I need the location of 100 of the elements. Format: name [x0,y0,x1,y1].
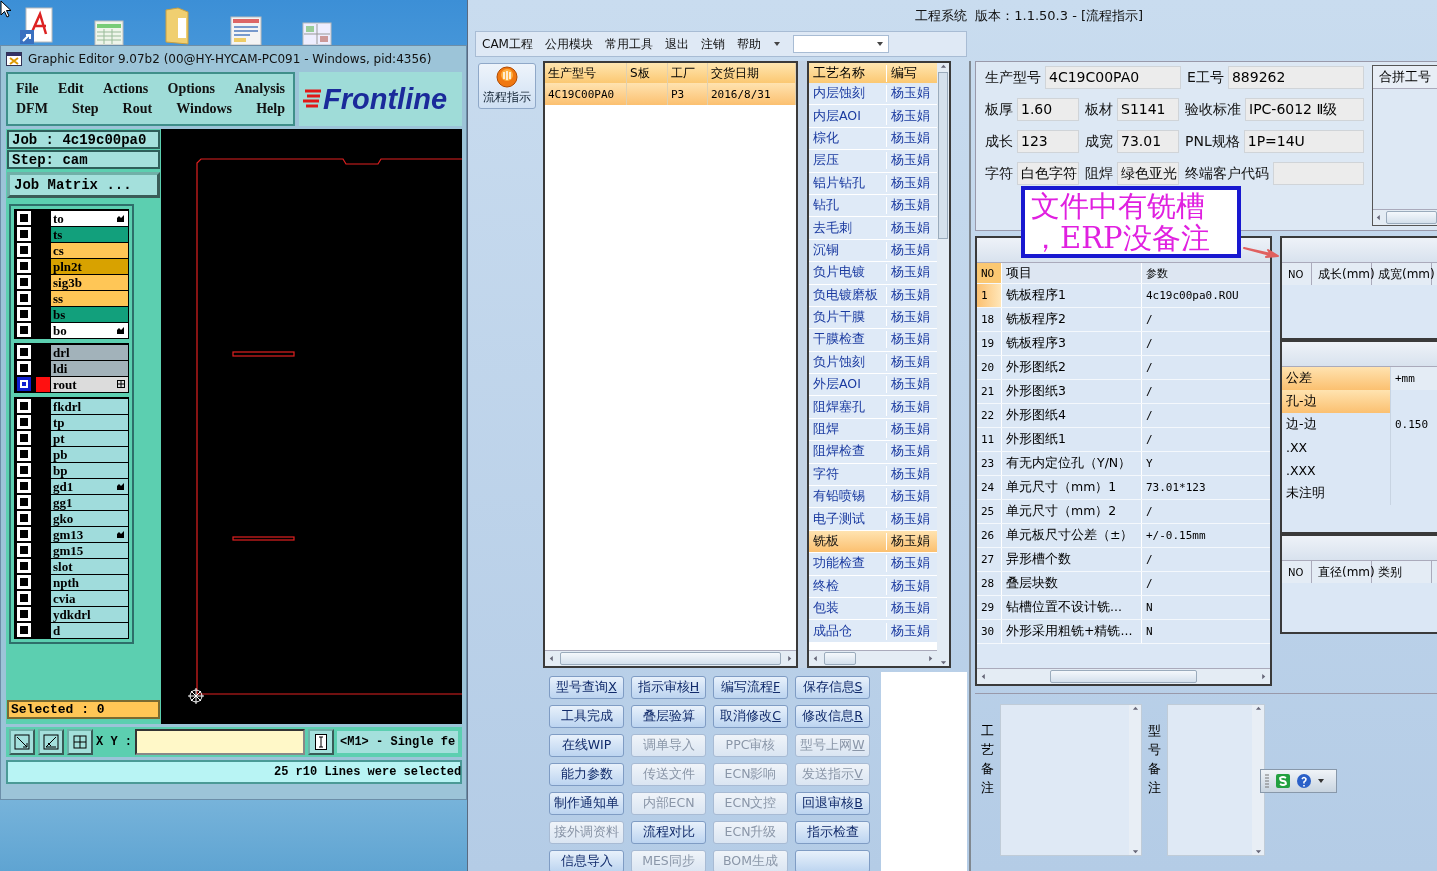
table-row[interactable]: 4C19C00PA0 P3 2016/8/31 [545,83,796,105]
table-row[interactable]: 负片干膜 杨玉娟 [809,306,937,330]
column-header[interactable]: 参数 [1142,263,1270,283]
scrollbar[interactable] [1129,705,1141,855]
scroll-arrow-icon[interactable] [980,673,987,680]
menu-item[interactable]: Rout [122,101,153,117]
action-button[interactable]: 保存信息S [795,676,870,699]
table-row[interactable]: 阻焊 杨玉娟 [809,418,937,442]
scroll-arrow-icon[interactable] [812,655,819,662]
table-row[interactable]: 阻焊塞孔 杨玉娟 [809,396,937,419]
table-row[interactable]: 成品仓 杨玉娟 [809,620,937,643]
menu-item[interactable]: File [16,81,39,97]
table-row[interactable]: 28 叠层块数 / [977,572,1270,596]
layer-name[interactable]: cs [51,242,128,258]
document-icon[interactable] [230,16,262,46]
table-row[interactable]: 24 单元尺寸（mm）1 73.01*123 [977,476,1270,500]
menu-item[interactable]: Windows [176,101,233,117]
spreadsheet-icon[interactable] [94,20,124,46]
scroll-thumb[interactable] [938,72,948,239]
info-field[interactable]: 889262 [1227,66,1364,89]
layer-name[interactable]: ldi [51,360,128,376]
scroll-arrow-icon[interactable] [1132,705,1139,712]
layer-name[interactable]: gko [51,510,128,526]
action-button[interactable]: 指示检查 [795,821,870,844]
table-row[interactable]: 1 铣板程序1 4c19c00pa0.ROU [977,284,1270,308]
action-button[interactable]: 指示审核H [631,676,706,699]
scrollbar[interactable] [1252,705,1264,855]
menu-item[interactable]: 公用模块 [544,35,593,53]
table-row[interactable]: 功能检查 杨玉娟 [809,553,937,576]
table-row[interactable]: 棕化 杨玉娟 [809,127,937,151]
caret-icon[interactable] [772,41,781,47]
scrollbar[interactable] [977,668,1270,684]
layer-name[interactable]: tp [51,414,128,430]
layer-checkbox[interactable] [17,377,31,391]
table-row[interactable]: 23 有无内定位孔（Y/N） Y [977,452,1270,476]
menu-item[interactable]: Step [72,101,99,117]
column-header[interactable]: 项目 [1002,263,1142,283]
caret-icon[interactable] [1317,778,1325,784]
action-button[interactable]: 修改信息R [795,705,870,728]
layer-name[interactable]: cvia [51,590,128,606]
menu-item[interactable]: Options [167,81,215,97]
info-field[interactable] [1273,162,1364,185]
menu-item[interactable]: Actions [103,81,149,97]
info-field[interactable]: 1P=14U [1243,130,1364,153]
table-icon[interactable] [302,22,332,46]
menu-item[interactable]: DFM [16,101,48,117]
app-logo-icon[interactable] [1275,773,1291,789]
table-row[interactable]: 层压 杨玉娟 [809,150,937,173]
table-row[interactable]: 铝片钻孔 杨玉娟 [809,172,937,195]
info-field[interactable]: S1141 [1117,98,1179,121]
scrollbar[interactable] [937,63,949,666]
column-header[interactable]: 工艺名称 [809,64,887,82]
column-header[interactable]: NO [977,263,1002,283]
table-row[interactable]: 内层AOI 杨玉娟 [809,105,937,128]
column-header[interactable]: NO [1282,263,1312,285]
layer-name[interactable]: gm15 [51,542,128,558]
column-header[interactable]: NO [1282,561,1312,583]
column-header[interactable]: 编写 [887,64,937,82]
table-row[interactable]: 负片蚀刻 杨玉娟 [809,351,937,375]
grid-snap-button[interactable] [67,729,93,755]
scroll-arrow-icon[interactable] [1260,673,1267,680]
table-row[interactable]: 干膜检查 杨玉娟 [809,329,937,352]
action-button[interactable]: 流程对比 [631,821,706,844]
layer-name[interactable]: pln2t [51,258,128,274]
table-row[interactable]: 未注明 [1282,482,1437,505]
grip-icon[interactable] [1264,773,1270,789]
layer-name[interactable]: to [51,210,128,226]
layer-name[interactable]: npth [51,574,128,590]
layer-name[interactable]: ydkdrl [51,606,128,622]
layer-name[interactable]: gd1 [51,478,128,494]
table-row[interactable]: 负电镀磨板 杨玉娟 [809,284,937,307]
scrollbar[interactable] [1373,209,1437,225]
nav-button[interactable]: 流程指示 [478,63,536,109]
table-row[interactable]: 25 单元尺寸（mm）2 / [977,500,1270,524]
action-button[interactable]: 取消修改C [713,705,788,728]
layer-name[interactable]: bp [51,462,128,478]
coordinate-field[interactable] [135,729,305,755]
scroll-arrow-icon[interactable] [786,655,793,662]
scrollbar[interactable] [809,650,937,666]
table-row[interactable]: 22 外形图纸4 / [977,404,1270,428]
table-row[interactable]: .XXX [1282,459,1437,482]
action-button[interactable]: 能力参数 [549,763,624,786]
table-row[interactable]: 有铅喷锡 杨玉娟 [809,486,937,509]
scroll-arrow-icon[interactable] [1255,705,1262,712]
info-field[interactable]: 绿色亚光 [1117,162,1179,185]
scrollbar[interactable] [545,650,796,666]
scroll-arrow-icon[interactable] [940,63,947,70]
info-field[interactable]: 4C19C00PA0 [1045,66,1182,89]
info-field[interactable]: 123 [1017,130,1079,153]
table-row[interactable]: 铣板 杨玉娟 [809,530,937,554]
table-row[interactable]: 21 外形图纸3 / [977,380,1270,404]
menu-item[interactable]: Analysis [234,81,285,97]
table-row[interactable]: 负片电镀 杨玉娟 [809,262,937,285]
layer-name[interactable]: d [51,622,128,638]
table-row[interactable]: 钻孔 杨玉娟 [809,194,937,218]
table-row[interactable]: 27 异形槽个数 / [977,548,1270,572]
table-row[interactable]: 字符 杨玉娟 [809,463,937,487]
layer-name[interactable]: slot [51,558,128,574]
action-button[interactable]: 制作通知单 [549,792,624,815]
folder-icon[interactable] [164,6,190,46]
